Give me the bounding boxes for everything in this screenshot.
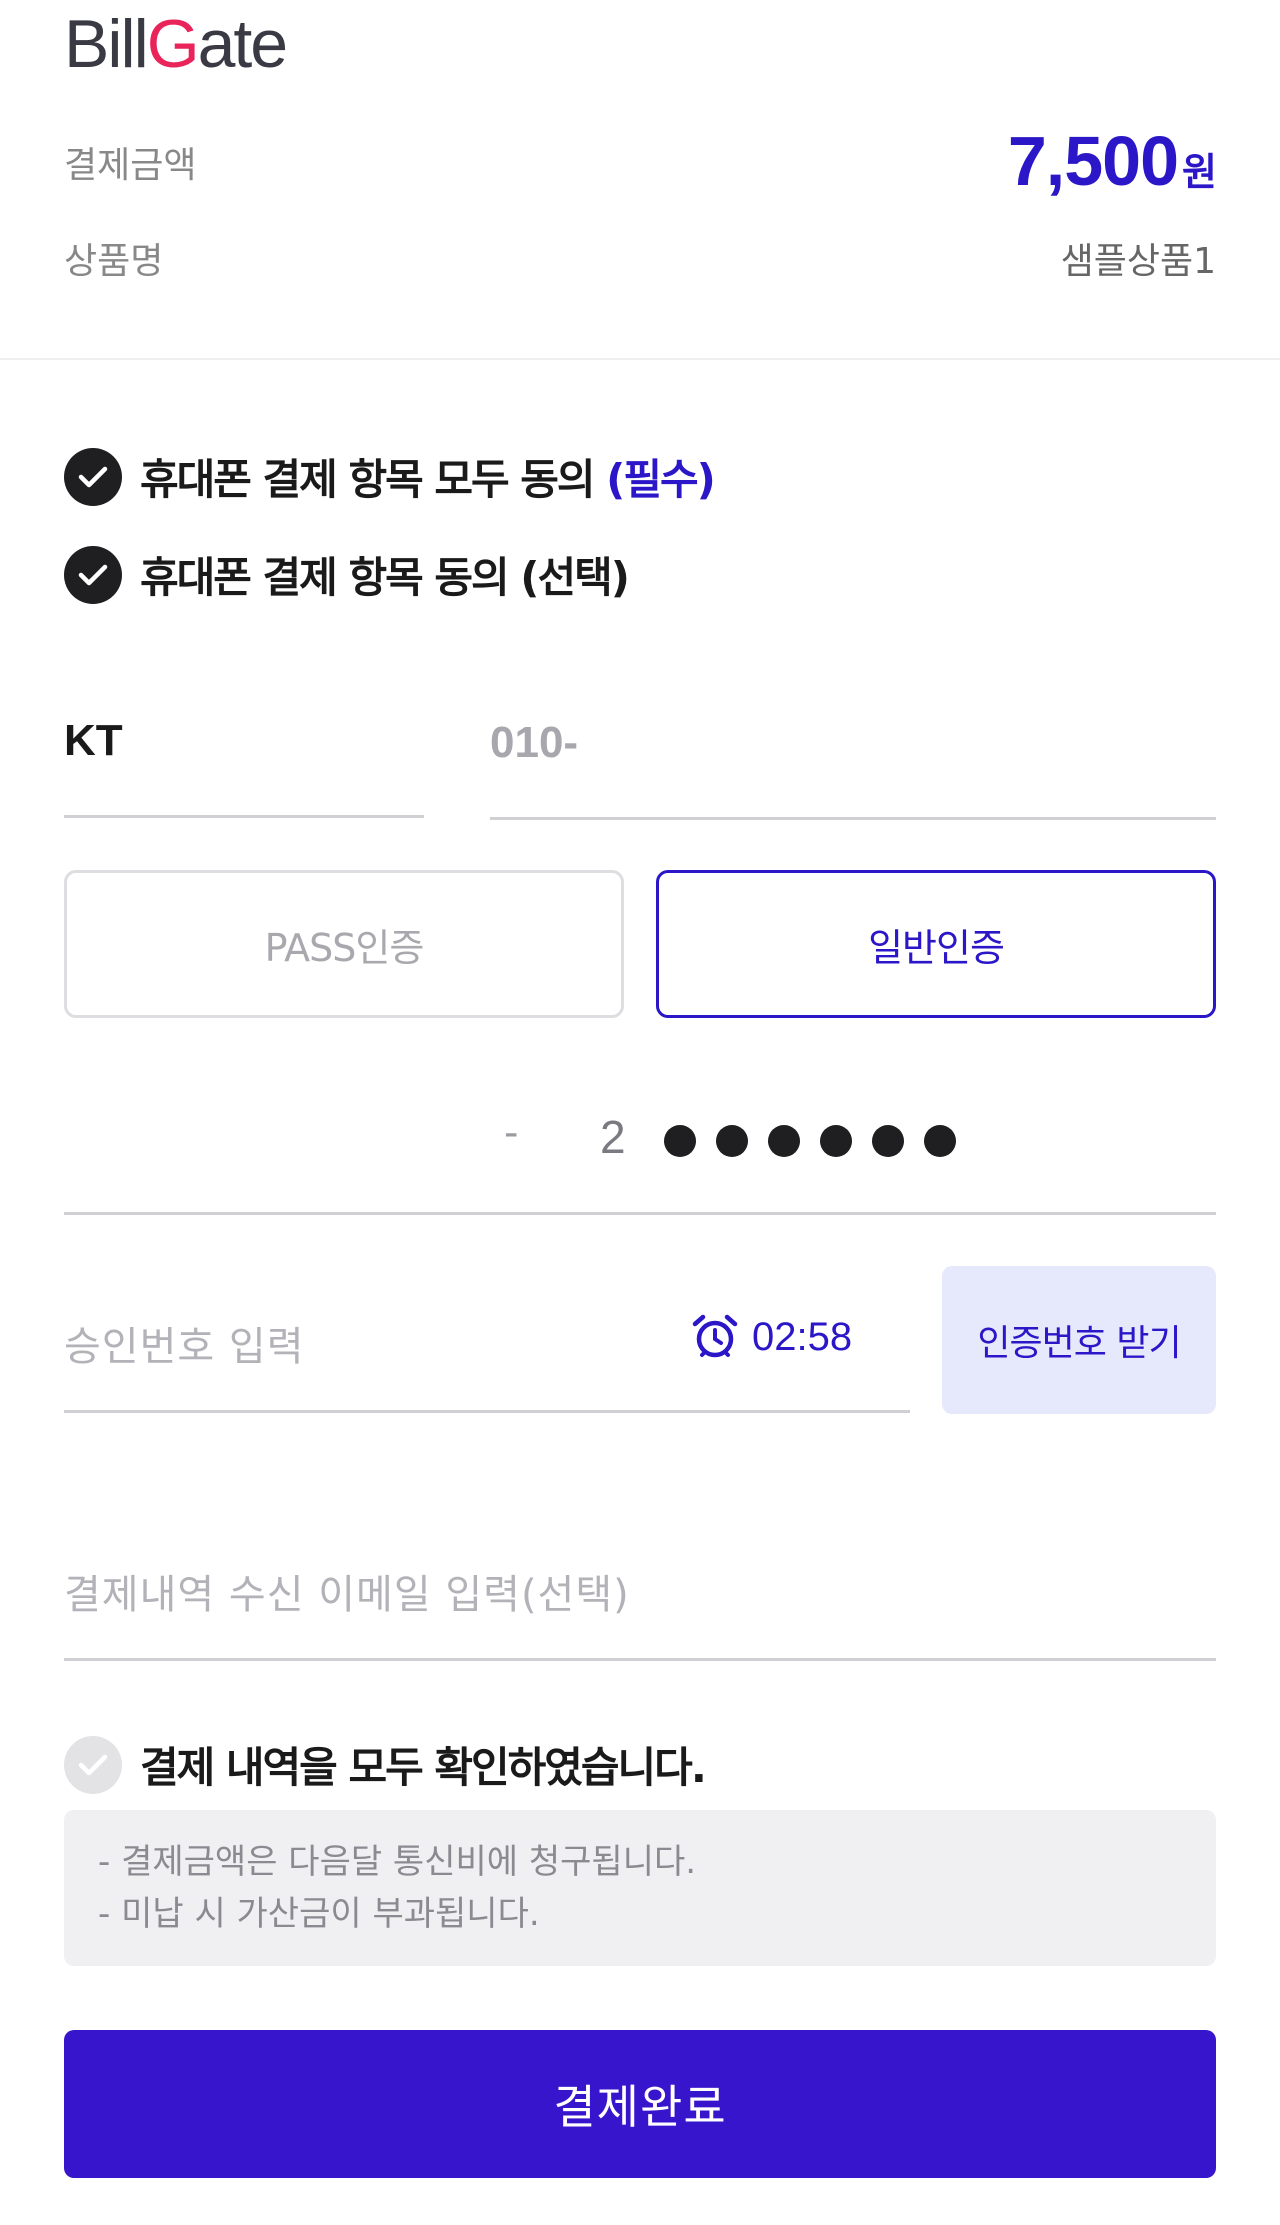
complete-payment-button[interactable]: 결제완료 [64,2030,1216,2178]
section-divider [0,358,1280,360]
masked-dot [664,1125,696,1157]
pass-auth-button[interactable]: PASS인증 [64,870,624,1018]
masked-dot [872,1125,904,1157]
carrier-select[interactable]: KT [64,716,424,766]
countdown-timer: 02:58 [690,1312,852,1362]
amount-unit: 원 [1182,152,1217,194]
email-input[interactable]: 결제내역 수신 이메일 입력(선택) [64,1562,630,1620]
required-tag: (필수) [606,455,716,504]
agree-optional[interactable]: 휴대폰 결제 항목 동의 (선택) [64,544,630,605]
logo-prefix: Bill [64,6,149,82]
amount-value: 7,500 원 [1008,126,1217,196]
id-first-digit: 2 [600,1111,626,1163]
agree-all-required-text: 휴대폰 결제 항목 모두 동의 [140,455,607,504]
resident-id-field[interactable]: - 2 [64,1110,1216,1170]
logo-g: G [146,6,200,82]
logo-suffix: ate [197,6,289,82]
normal-auth-button[interactable]: 일반인증 [656,870,1216,1018]
amount-label: 결제금액 [64,145,197,186]
approval-code-underline [64,1410,910,1413]
approval-code-input[interactable]: 승인번호 입력 [64,1314,305,1372]
alarm-clock-icon [692,1314,738,1358]
timer-text: 02:58 [752,1314,853,1359]
agree-all-required-label: 휴대폰 결제 항목 모두 동의 (필수) [140,446,716,507]
masked-dot [924,1125,956,1157]
check-icon[interactable] [64,1735,122,1794]
masked-dot [716,1125,748,1157]
masked-dot [820,1125,852,1157]
check-icon[interactable] [64,447,122,506]
agree-optional-label: 휴대폰 결제 항목 동의 (선택) [140,553,630,602]
confirm-details-label: 결제 내역을 모두 확인하였습니다. [140,1743,707,1792]
notice-line: - 결제금액은 다음달 통신비에 청구됩니다. [98,1842,697,1882]
request-code-button[interactable]: 인증번호 받기 [942,1266,1216,1414]
carrier-underline [64,815,424,818]
billgate-logo: BillGate [64,10,288,78]
phone-underline [490,817,1216,820]
resident-id-underline [64,1212,1216,1215]
product-label: 상품명 [64,241,164,282]
confirm-details-checkbox[interactable]: 결제 내역을 모두 확인하였습니다. [64,1734,707,1795]
id-dash: - [504,1110,519,1156]
email-underline [64,1658,1216,1661]
phone-number-input[interactable] [490,718,1216,768]
notice-line: - 미납 시 가산금이 부과됩니다. [98,1894,540,1934]
agree-all-required[interactable]: 휴대폰 결제 항목 모두 동의 (필수) [64,446,716,507]
notice-box: - 결제금액은 다음달 통신비에 청구됩니다. - 미납 시 가산금이 부과됩니… [64,1810,1216,1966]
check-icon[interactable] [64,545,122,604]
masked-digits [664,1125,956,1157]
amount-number: 7,500 [1007,122,1179,200]
masked-dot [768,1125,800,1157]
product-value: 샘플상품1 [1060,241,1216,282]
